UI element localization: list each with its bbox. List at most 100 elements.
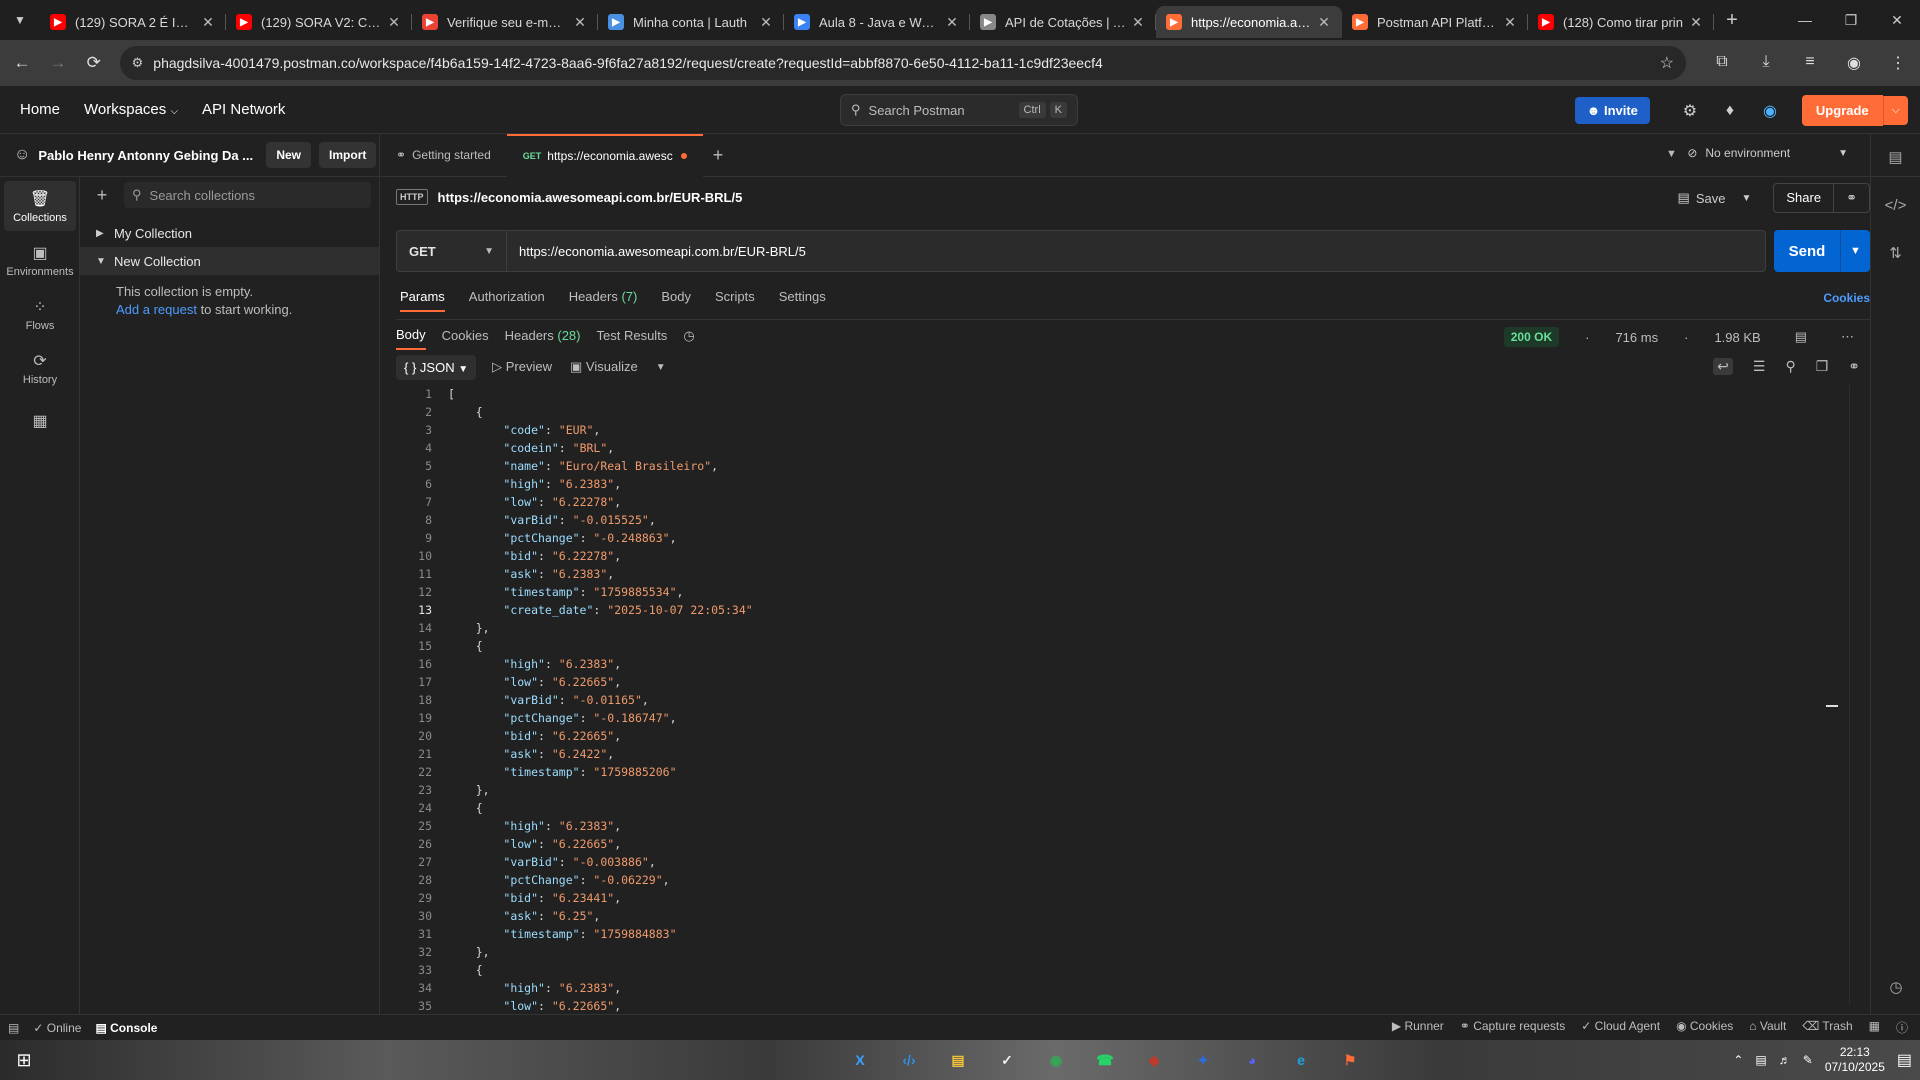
response-body-editor[interactable]: 1[2 {3 "code": "EUR", 4 "codein": "BRL", 5… xyxy=(396,385,1816,1015)
workspace-name[interactable]: Pablo Henry Antonny Gebing Da ... xyxy=(38,148,258,163)
search-collections-input[interactable]: ⚲ Search collections xyxy=(124,182,371,208)
tab-scripts[interactable]: Scripts xyxy=(715,289,755,312)
collection-my-collection[interactable]: ▶ My Collection xyxy=(80,219,379,247)
bookmark-star-icon[interactable]: ☆ xyxy=(1660,53,1674,73)
wrap-lines-icon[interactable]: ↩ xyxy=(1713,358,1733,375)
close-tab-icon[interactable]: ✕ xyxy=(758,14,774,31)
network-icon[interactable]: ▤ xyxy=(1755,1053,1766,1067)
more-options-icon[interactable]: ⋯ xyxy=(1841,329,1854,345)
new-button[interactable]: New xyxy=(266,142,312,168)
app-icon[interactable]: ✓ xyxy=(987,1042,1027,1078)
url-input[interactable]: https://economia.awesomeapi.com.br/EUR-B… xyxy=(507,244,806,259)
vscode-blue-icon[interactable]: X xyxy=(840,1042,880,1078)
nav-home[interactable]: Home xyxy=(20,101,60,118)
discord-icon[interactable]: ◕ xyxy=(1232,1042,1272,1078)
close-tab-icon[interactable]: ✕ xyxy=(1316,14,1332,31)
related-icon[interactable]: ⇅ xyxy=(1871,230,1920,278)
browser-tab[interactable]: ▶ Verifique seu e-mail de ✕ xyxy=(412,6,598,38)
rail-environments[interactable]: ▣ Environments xyxy=(4,235,76,285)
notifications-icon[interactable]: ▤ xyxy=(1897,1050,1912,1070)
upgrade-dropdown-icon[interactable]: ⌵ xyxy=(1882,96,1908,125)
nav-workspaces[interactable]: Workspaces ⌵ xyxy=(84,101,178,118)
browser-tab[interactable]: ▶ (128) Como tirar prin ✕ xyxy=(1528,6,1714,38)
method-select[interactable]: GET ▼ xyxy=(397,231,507,271)
app-active-icon[interactable]: ⚑ xyxy=(1330,1042,1370,1078)
browser-tab[interactable]: ▶ https://economia.awe ✕ xyxy=(1156,6,1342,38)
address-url[interactable]: phagdsilva-4001479.postman.co/workspace/… xyxy=(153,55,1659,71)
close-tab-icon[interactable]: ✕ xyxy=(1502,14,1518,31)
visualize-button[interactable]: ▣ Visualize xyxy=(570,359,638,375)
save-button[interactable]: ▤ Save ▼ xyxy=(1670,184,1760,212)
cookies-link[interactable]: Cookies xyxy=(1823,291,1870,305)
downloads-icon[interactable]: ⤓ xyxy=(1744,53,1788,73)
close-tab-icon[interactable]: ✕ xyxy=(944,14,960,31)
tab-getting-started[interactable]: ⚭ Getting started xyxy=(380,134,507,177)
clock[interactable]: 22:13 07/10/2025 xyxy=(1825,1045,1885,1075)
game-icon[interactable]: ◆ xyxy=(1134,1042,1174,1078)
runner-button[interactable]: ▶ Runner xyxy=(1392,1019,1444,1036)
link-icon[interactable]: ⚭ xyxy=(1848,358,1860,375)
configure-sidebar-button[interactable]: ▦ xyxy=(4,397,76,447)
collection-new-collection[interactable]: ▼ New Collection xyxy=(80,247,379,275)
rail-flows[interactable]: ⁘ Flows xyxy=(4,289,76,339)
browser-tab[interactable]: ▶ Postman API Platform ✕ xyxy=(1342,6,1528,38)
nav-api-network[interactable]: API Network xyxy=(202,101,285,118)
close-tab-icon[interactable]: ✕ xyxy=(200,14,216,31)
rail-history[interactable]: ⟳ History xyxy=(4,343,76,393)
tab-active-request[interactable]: GET https://economia.awesc xyxy=(506,133,703,177)
capture-requests-button[interactable]: ⚭ Capture requests xyxy=(1460,1019,1565,1036)
layout-icon[interactable]: ▦ xyxy=(1869,1019,1880,1036)
browser-tab[interactable]: ▶ (129) SORA V2: COMO✕ xyxy=(226,6,412,38)
editor-scrollbar[interactable] xyxy=(1849,385,1850,1005)
search-icon[interactable]: ⚲ xyxy=(1785,358,1795,375)
tab-body[interactable]: Body xyxy=(661,289,691,312)
vscode-icon[interactable]: ‹/› xyxy=(889,1042,929,1078)
add-request-link[interactable]: Add a request xyxy=(116,302,197,317)
response-size[interactable]: 1.98 KB xyxy=(1714,330,1760,345)
help-icon[interactable]: ⓘ xyxy=(1896,1019,1908,1036)
console-button[interactable]: ▤ Console xyxy=(95,1021,157,1035)
tab-test-results[interactable]: Test Results xyxy=(597,328,668,343)
back-icon[interactable]: ← xyxy=(4,53,40,73)
forward-icon[interactable]: → xyxy=(40,53,76,73)
chevron-down-icon[interactable]: ▼ xyxy=(656,362,666,373)
extensions-icon[interactable]: ⧉ xyxy=(1700,53,1744,73)
trash-button[interactable]: ⌫ Trash xyxy=(1802,1019,1852,1036)
whatsapp-icon[interactable]: ☎ xyxy=(1085,1042,1125,1078)
tray-overflow-icon[interactable]: ⌃ xyxy=(1733,1053,1743,1067)
search-postman-input[interactable]: ⚲ Search Postman Ctrl K xyxy=(840,94,1078,126)
volume-icon[interactable]: ♬ xyxy=(1779,1053,1791,1067)
browser-tab[interactable]: ▶ Aula 8 - Java e Web 1 ✕ xyxy=(784,6,970,38)
notifications-bell-icon[interactable]: ♦ xyxy=(1710,102,1750,120)
browser-tab[interactable]: ▶ (129) SORA 2 É INSANO✕ xyxy=(40,6,226,38)
windows-start-icon[interactable]: ⊞ xyxy=(0,1050,48,1071)
copy-icon[interactable]: ❐ xyxy=(1816,358,1829,375)
tabs-overflow-chevron-icon[interactable]: ▼ xyxy=(1666,148,1677,160)
preview-button[interactable]: ▷ Preview xyxy=(492,359,552,375)
environment-selector[interactable]: ⊘ No environment ▼ xyxy=(1687,146,1848,160)
chrome-icon[interactable]: ◉ xyxy=(1036,1042,1076,1078)
restore-icon[interactable]: ❐ xyxy=(1828,0,1874,40)
tab-response-cookies[interactable]: Cookies xyxy=(442,328,489,343)
vault-button[interactable]: ⌂ Vault xyxy=(1749,1019,1786,1036)
site-info-icon[interactable]: ⚙ xyxy=(132,55,144,71)
browser-tab[interactable]: ▶ API de Cotações | Aw ✕ xyxy=(970,6,1156,38)
code-snippet-icon[interactable]: </> xyxy=(1871,182,1920,230)
invite-button[interactable]: ☻ Invite xyxy=(1574,97,1650,124)
create-collection-plus-icon[interactable]: + xyxy=(88,185,116,206)
send-button[interactable]: Send xyxy=(1774,230,1840,272)
tab-response-body[interactable]: Body xyxy=(396,327,426,350)
status-badge[interactable]: 200 OK xyxy=(1503,327,1560,347)
save-response-icon[interactable]: ▤ xyxy=(1795,329,1807,345)
response-history-icon[interactable]: ◷ xyxy=(683,328,694,344)
address-bar[interactable]: ⚙ phagdsilva-4001479.postman.co/workspac… xyxy=(119,46,1687,80)
send-dropdown-icon[interactable]: ▼ xyxy=(1840,230,1870,272)
import-button[interactable]: Import xyxy=(319,142,377,168)
browser-menu-icon[interactable]: ⋮ xyxy=(1876,53,1920,73)
pen-icon[interactable]: ✎ xyxy=(1803,1053,1813,1067)
close-tab-icon[interactable]: ✕ xyxy=(386,14,402,31)
copy-link-icon[interactable]: ⚭ xyxy=(1833,184,1869,212)
minimize-icon[interactable]: — xyxy=(1782,0,1828,40)
profile-avatar[interactable]: ◉ xyxy=(1832,53,1876,73)
toggle-sidebar-icon[interactable]: ▤ xyxy=(8,1021,19,1035)
